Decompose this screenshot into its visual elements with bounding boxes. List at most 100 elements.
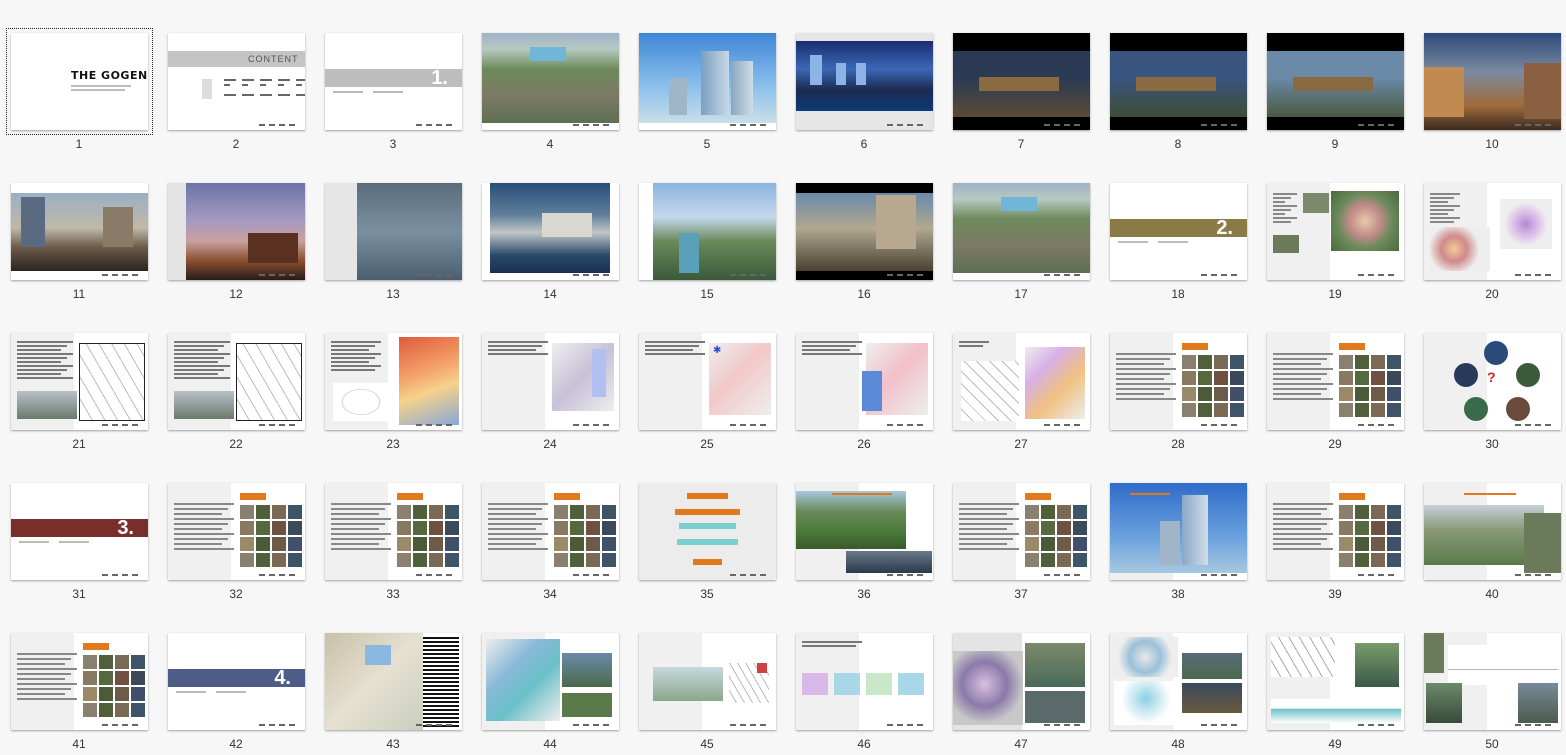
slide-thumbnail[interactable]: 22 (157, 300, 314, 451)
slide-thumbnail[interactable]: 24 (471, 300, 628, 451)
slide-preview[interactable] (796, 33, 933, 130)
slide-thumbnail[interactable]: 3. 31 (0, 450, 157, 601)
slide-preview[interactable] (796, 333, 933, 430)
slide-preview[interactable] (953, 483, 1090, 580)
slide-preview[interactable] (1267, 33, 1404, 130)
slide-thumbnail[interactable]: 28 (1099, 300, 1256, 451)
slide-thumbnail[interactable]: 34 (471, 450, 628, 601)
slide-thumbnail[interactable]: 4. 42 (157, 600, 314, 751)
slide-thumbnail[interactable]: 27 (942, 300, 1099, 451)
slide-preview[interactable]: ✱ (639, 333, 776, 430)
slide-preview[interactable] (11, 633, 148, 730)
slide-preview[interactable] (1110, 33, 1247, 130)
slide-thumbnail[interactable]: 29 (1256, 300, 1413, 451)
slide-thumbnail[interactable]: 49 (1256, 600, 1413, 751)
slide-preview[interactable] (482, 183, 619, 280)
slide-preview[interactable] (953, 333, 1090, 430)
slide-preview[interactable] (796, 183, 933, 280)
slide-thumbnail[interactable]: 13 (314, 150, 471, 301)
slide-preview[interactable] (482, 33, 619, 130)
slide-preview[interactable] (168, 483, 305, 580)
slide-preview[interactable] (482, 483, 619, 580)
slide-thumbnail[interactable]: 47 (942, 600, 1099, 751)
slide-preview[interactable] (325, 483, 462, 580)
slide-thumbnail[interactable]: 17 (942, 150, 1099, 301)
slide-thumbnail[interactable]: 23 (314, 300, 471, 451)
slide-thumbnail[interactable]: 48 (1099, 600, 1256, 751)
slide-preview[interactable] (325, 183, 462, 280)
slide-preview[interactable]: 2. (1110, 183, 1247, 280)
slide-preview[interactable] (796, 633, 933, 730)
slide-thumbnail[interactable]: 8 (1099, 0, 1256, 151)
slide-preview[interactable] (796, 483, 933, 580)
slide-thumbnail[interactable]: 40 (1413, 450, 1566, 601)
slide-thumbnail[interactable]: 21 (0, 300, 157, 451)
slide-preview[interactable] (639, 33, 776, 130)
slide-thumbnail[interactable]: 10 (1413, 0, 1566, 151)
slide-thumbnail[interactable]: 15 (628, 150, 785, 301)
slide-preview[interactable] (953, 183, 1090, 280)
slide-thumbnail[interactable]: 35 (628, 450, 785, 601)
slide-thumbnail[interactable]: 46 (785, 600, 942, 751)
slide-preview[interactable] (482, 633, 619, 730)
slide-preview[interactable]: 1. (325, 33, 462, 130)
slide-preview[interactable] (1424, 183, 1561, 280)
slide-thumbnail[interactable]: ? 30 (1413, 300, 1566, 451)
slide-thumbnail[interactable]: CONTENT 2 (157, 0, 314, 151)
slide-preview[interactable] (1267, 333, 1404, 430)
slide-thumbnail[interactable]: 41 (0, 600, 157, 751)
slide-preview[interactable] (11, 183, 148, 280)
slide-preview[interactable] (1110, 633, 1247, 730)
slide-preview[interactable] (639, 483, 776, 580)
slide-thumbnail[interactable]: 2. 18 (1099, 150, 1256, 301)
slide-thumbnail[interactable]: 37 (942, 450, 1099, 601)
slide-thumbnail[interactable]: 45 (628, 600, 785, 751)
slide-preview[interactable] (11, 333, 148, 430)
slide-preview[interactable] (482, 333, 619, 430)
slide-preview[interactable]: 4. (168, 633, 305, 730)
slide-thumbnail[interactable]: 16 (785, 150, 942, 301)
slide-preview[interactable]: THE GOGEN (6, 28, 153, 135)
slide-preview[interactable] (1424, 33, 1561, 130)
slide-preview[interactable] (639, 183, 776, 280)
slide-thumbnail[interactable]: 39 (1256, 450, 1413, 601)
slide-preview[interactable]: 3. (11, 483, 148, 580)
slide-thumbnail[interactable]: ✱ 25 (628, 300, 785, 451)
slide-thumbnail[interactable]: 7 (942, 0, 1099, 151)
slide-thumbnail[interactable]: 1. 3 (314, 0, 471, 151)
slide-thumbnail[interactable]: 9 (1256, 0, 1413, 151)
slide-thumbnail[interactable]: 4 (471, 0, 628, 151)
slide-thumbnail[interactable]: 38 (1099, 450, 1256, 601)
slide-thumbnail[interactable]: 19 (1256, 150, 1413, 301)
slide-thumbnail[interactable]: 43 (314, 600, 471, 751)
slide-preview[interactable] (168, 333, 305, 430)
slide-thumbnail[interactable]: 33 (314, 450, 471, 601)
slide-preview[interactable] (639, 633, 776, 730)
slide-thumbnail[interactable]: 32 (157, 450, 314, 601)
slide-thumbnail[interactable]: 20 (1413, 150, 1566, 301)
slide-preview[interactable] (953, 33, 1090, 130)
slide-preview[interactable] (1424, 633, 1561, 730)
slide-preview[interactable] (1267, 633, 1404, 730)
slide-preview[interactable]: ? (1424, 333, 1561, 430)
slide-preview[interactable] (325, 633, 462, 730)
slide-preview[interactable] (953, 633, 1090, 730)
slide-thumbnail[interactable]: 5 (628, 0, 785, 151)
slide-preview[interactable] (168, 183, 305, 280)
slide-preview[interactable] (1424, 483, 1561, 580)
slide-preview[interactable] (1267, 183, 1404, 280)
slide-thumbnail[interactable]: 12 (157, 150, 314, 301)
slide-thumbnail[interactable]: THE GOGEN 1 (0, 0, 157, 151)
slide-preview[interactable] (325, 333, 462, 430)
slide-preview[interactable] (1110, 333, 1247, 430)
slide-thumbnail[interactable]: 36 (785, 450, 942, 601)
slide-preview[interactable] (1267, 483, 1404, 580)
slide-thumbnail[interactable]: 50 (1413, 600, 1566, 751)
slide-thumbnail[interactable]: 14 (471, 150, 628, 301)
slide-thumbnail[interactable]: 44 (471, 600, 628, 751)
slide-preview[interactable] (1110, 483, 1247, 580)
slide-thumbnail[interactable]: 6 (785, 0, 942, 151)
slide-thumbnail[interactable]: 26 (785, 300, 942, 451)
slide-preview[interactable]: CONTENT (168, 33, 305, 130)
slide-thumbnail[interactable]: 11 (0, 150, 157, 301)
